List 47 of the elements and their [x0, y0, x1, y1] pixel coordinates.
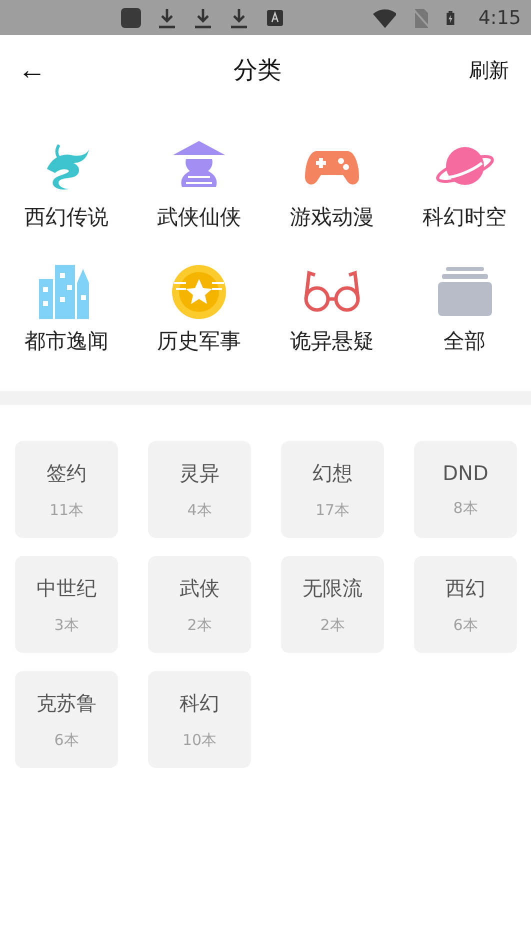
- tag-name: 无限流: [302, 574, 362, 602]
- tag-name: 签约: [46, 460, 86, 486]
- book-count: 8本: [453, 499, 478, 518]
- category-item[interactable]: 全部: [398, 261, 531, 355]
- tag-card[interactable]: 灵异 4本: [148, 441, 251, 538]
- tag-name: 中世纪: [36, 574, 96, 602]
- category-item[interactable]: 都市逸闻: [0, 261, 133, 355]
- download-icon: [228, 6, 250, 28]
- page-title: 分类: [234, 55, 282, 86]
- refresh-button[interactable]: 刷新: [469, 56, 509, 84]
- tag-card[interactable]: 科幻 10本: [148, 671, 251, 768]
- tag-card[interactable]: 中世纪 3本: [15, 556, 118, 653]
- download-icon: [192, 6, 214, 28]
- book-count: 2本: [320, 616, 345, 634]
- tag-card[interactable]: 克苏鲁 6本: [15, 671, 118, 768]
- app-icon: [120, 6, 142, 28]
- tag-card[interactable]: 幻想 17本: [281, 441, 384, 538]
- tag-card[interactable]: 武侠 2本: [148, 556, 251, 653]
- tag-name: 幻想: [312, 460, 352, 486]
- book-count: 6本: [54, 730, 79, 750]
- category-item[interactable]: 诡异悬疑: [266, 261, 398, 355]
- category-item[interactable]: 武侠仙侠: [132, 137, 266, 231]
- tag-name: 灵异: [180, 460, 220, 486]
- book-count: 10本: [182, 730, 217, 750]
- tag-card[interactable]: 无限流 2本: [281, 556, 384, 653]
- back-button[interactable]: ←: [18, 54, 46, 86]
- status-time: 4:15: [478, 6, 521, 28]
- tag-card[interactable]: 西幻 6本: [414, 556, 517, 653]
- book-count: 2本: [187, 616, 212, 634]
- category-item[interactable]: 游戏动漫: [266, 137, 398, 231]
- book-count: 6本: [453, 616, 478, 634]
- wifi-icon: [370, 6, 396, 28]
- tag-name: DND: [442, 461, 488, 485]
- book-count: 11本: [49, 500, 84, 520]
- tag-name: 科幻: [180, 690, 220, 716]
- download-icon: [156, 6, 178, 28]
- book-count: 3本: [54, 616, 79, 634]
- tag-card[interactable]: DND 8本: [414, 441, 517, 538]
- category-item[interactable]: 科幻时空: [398, 137, 531, 231]
- book-count: 4本: [187, 500, 212, 520]
- tag-name: 西幻: [446, 574, 486, 602]
- book-count: 17本: [315, 500, 350, 520]
- category-item[interactable]: 历史军事: [132, 261, 266, 355]
- tag-card[interactable]: 签约 11本: [15, 441, 118, 538]
- category-item[interactable]: 西幻传说: [0, 137, 133, 231]
- tag-name: 克苏鲁: [36, 690, 96, 716]
- tag-name: 武侠: [180, 574, 220, 602]
